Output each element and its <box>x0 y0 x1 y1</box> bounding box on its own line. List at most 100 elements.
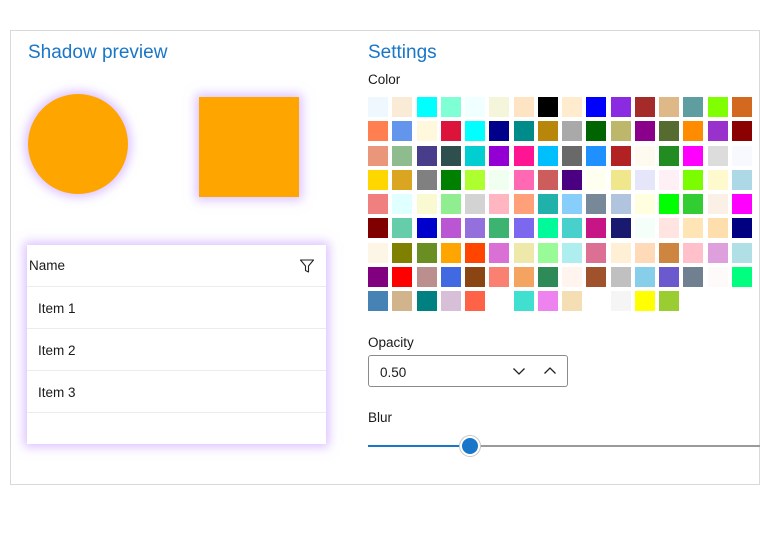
color-swatch[interactable] <box>732 121 752 141</box>
color-swatch[interactable] <box>586 291 606 311</box>
color-swatch[interactable] <box>392 121 412 141</box>
color-swatch[interactable] <box>635 291 655 311</box>
color-swatch[interactable] <box>514 218 534 238</box>
color-swatch[interactable] <box>489 194 509 214</box>
color-swatch[interactable] <box>489 267 509 287</box>
color-swatch[interactable] <box>368 170 388 190</box>
color-swatch[interactable] <box>635 170 655 190</box>
color-swatch[interactable] <box>659 243 679 263</box>
color-swatch[interactable] <box>368 291 388 311</box>
color-swatch[interactable] <box>708 194 728 214</box>
color-swatch[interactable] <box>392 218 412 238</box>
color-swatch[interactable] <box>562 146 582 166</box>
color-swatch[interactable] <box>611 121 631 141</box>
blur-slider-track[interactable] <box>478 445 760 447</box>
opacity-value[interactable]: 0.50 <box>380 365 406 380</box>
color-swatch[interactable] <box>392 267 412 287</box>
opacity-increase-button[interactable] <box>538 360 562 382</box>
color-swatch[interactable] <box>732 194 752 214</box>
color-swatch[interactable] <box>441 243 461 263</box>
color-swatch[interactable] <box>683 267 703 287</box>
color-swatch[interactable] <box>417 97 437 117</box>
color-swatch[interactable] <box>586 146 606 166</box>
color-swatch[interactable] <box>489 218 509 238</box>
color-swatch[interactable] <box>683 146 703 166</box>
color-swatch[interactable] <box>562 97 582 117</box>
color-swatch[interactable] <box>659 170 679 190</box>
color-swatch[interactable] <box>659 267 679 287</box>
name-column-header[interactable]: Name <box>29 258 65 273</box>
color-swatch[interactable] <box>465 267 485 287</box>
color-swatch[interactable] <box>392 194 412 214</box>
blur-slider-track-fill[interactable] <box>368 445 462 447</box>
color-swatch[interactable] <box>489 121 509 141</box>
color-swatch[interactable] <box>441 170 461 190</box>
color-swatch[interactable] <box>538 194 558 214</box>
color-swatch[interactable] <box>514 194 534 214</box>
color-swatch[interactable] <box>465 291 485 311</box>
color-swatch[interactable] <box>611 194 631 214</box>
color-swatch[interactable] <box>514 243 534 263</box>
color-swatch[interactable] <box>708 97 728 117</box>
color-swatch[interactable] <box>368 97 388 117</box>
list-item-3[interactable]: Item 3 <box>27 371 326 413</box>
color-swatch[interactable] <box>538 170 558 190</box>
color-swatch[interactable] <box>465 243 485 263</box>
color-swatch[interactable] <box>417 218 437 238</box>
color-swatch[interactable] <box>659 194 679 214</box>
opacity-decrease-button[interactable] <box>507 360 531 382</box>
color-swatch[interactable] <box>659 218 679 238</box>
list-item-1[interactable]: Item 1 <box>27 287 326 329</box>
color-swatch[interactable] <box>635 218 655 238</box>
color-swatch[interactable] <box>732 170 752 190</box>
color-swatch[interactable] <box>538 146 558 166</box>
color-swatch[interactable] <box>659 291 679 311</box>
color-swatch[interactable] <box>586 97 606 117</box>
color-swatch[interactable] <box>708 218 728 238</box>
color-swatch[interactable] <box>562 121 582 141</box>
blur-slider-thumb[interactable] <box>460 436 480 456</box>
color-swatch[interactable] <box>538 121 558 141</box>
color-swatch[interactable] <box>441 97 461 117</box>
color-swatch[interactable] <box>417 291 437 311</box>
color-swatch[interactable] <box>465 121 485 141</box>
color-swatch[interactable] <box>683 170 703 190</box>
color-swatch[interactable] <box>441 121 461 141</box>
color-swatch[interactable] <box>708 121 728 141</box>
color-swatch[interactable] <box>586 194 606 214</box>
color-swatch[interactable] <box>732 97 752 117</box>
color-swatch[interactable] <box>538 267 558 287</box>
color-swatch[interactable] <box>514 146 534 166</box>
color-swatch[interactable] <box>732 146 752 166</box>
color-swatch[interactable] <box>514 267 534 287</box>
color-swatch[interactable] <box>465 194 485 214</box>
opacity-stepper[interactable]: 0.50 <box>368 355 568 387</box>
color-swatch[interactable] <box>611 170 631 190</box>
color-swatch[interactable] <box>368 267 388 287</box>
color-swatch[interactable] <box>562 291 582 311</box>
color-swatch[interactable] <box>538 243 558 263</box>
color-swatch[interactable] <box>708 243 728 263</box>
color-swatch[interactable] <box>635 146 655 166</box>
color-swatch[interactable] <box>489 243 509 263</box>
color-swatch[interactable] <box>538 291 558 311</box>
color-swatch[interactable] <box>732 267 752 287</box>
color-swatch[interactable] <box>683 97 703 117</box>
color-swatch[interactable] <box>441 267 461 287</box>
list-item-2[interactable]: Item 2 <box>27 329 326 371</box>
color-swatch[interactable] <box>441 291 461 311</box>
color-swatch[interactable] <box>635 121 655 141</box>
color-swatch[interactable] <box>611 267 631 287</box>
color-swatch[interactable] <box>368 194 388 214</box>
color-swatch[interactable] <box>683 194 703 214</box>
color-swatch[interactable] <box>368 121 388 141</box>
color-swatch[interactable] <box>611 243 631 263</box>
color-swatch[interactable] <box>465 170 485 190</box>
color-swatch[interactable] <box>392 291 412 311</box>
color-swatch[interactable] <box>635 267 655 287</box>
color-swatch[interactable] <box>514 121 534 141</box>
color-swatch[interactable] <box>368 218 388 238</box>
color-swatch[interactable] <box>562 170 582 190</box>
color-swatch[interactable] <box>586 243 606 263</box>
color-swatch[interactable] <box>392 97 412 117</box>
